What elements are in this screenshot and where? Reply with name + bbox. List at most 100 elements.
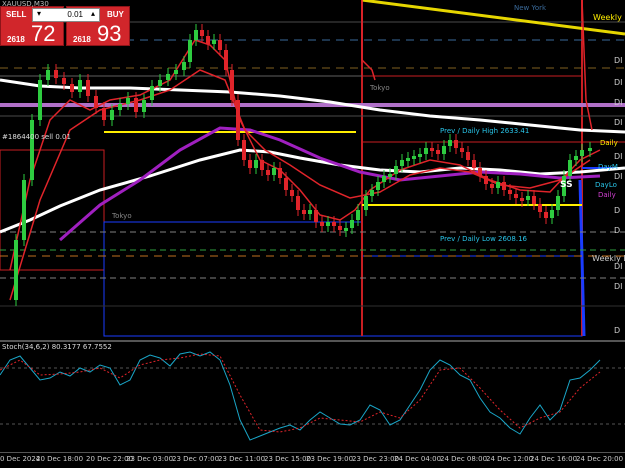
daily-pink-label: Daily: [598, 191, 616, 199]
candle-body: [150, 86, 154, 100]
order-line-label[interactable]: #1864400 sell 0.01: [2, 133, 71, 141]
candle-body: [418, 154, 422, 157]
sell-price-prefix: 2618: [7, 35, 25, 44]
buy-price-prefix: 2618: [73, 35, 91, 44]
price-chart[interactable]: [0, 0, 625, 468]
candle-body: [472, 160, 476, 168]
time-tick: 23 Dec 07:00: [172, 455, 220, 463]
buy-price-big: 93: [97, 21, 122, 46]
candle-body: [364, 196, 368, 210]
session-box-tokyo-blue: [103, 221, 363, 337]
new-york-label: New York: [514, 4, 547, 12]
stoch-signal-line: [0, 353, 601, 433]
candle-body: [520, 198, 524, 201]
candle-body: [206, 36, 210, 44]
candle-body: [588, 148, 592, 151]
candle-body: [326, 222, 330, 226]
candle-body: [62, 78, 66, 84]
candle-body: [550, 210, 554, 218]
candle-body: [478, 168, 482, 176]
buy-label: BUY: [107, 10, 124, 19]
right-label: DI: [614, 262, 623, 271]
candle-body: [102, 108, 106, 120]
candle-body: [338, 226, 342, 230]
candle-body: [454, 140, 458, 148]
right-label: DI: [614, 56, 623, 65]
candle-body: [314, 210, 318, 222]
time-tick: 23 Dec 23:00: [352, 455, 400, 463]
candle-body: [532, 196, 536, 204]
candle-body: [344, 228, 348, 231]
one-click-trading-panel: SELL 2618 72 BUY 2618 93 ▾ 0.01 ▴: [0, 6, 131, 46]
time-tick: 24 Dec 16:00: [530, 455, 578, 463]
candle-body: [526, 196, 530, 200]
candle-body: [14, 240, 18, 300]
time-tick: 23 Dec 11:00: [218, 455, 266, 463]
candle-body: [230, 70, 234, 100]
candle-body: [370, 190, 374, 196]
right-label: DI: [614, 172, 623, 181]
stoch-main-line: [0, 351, 601, 441]
right-label: DI: [614, 118, 623, 127]
lot-size-field[interactable]: ▾ 0.01 ▴: [32, 8, 100, 22]
candle-body: [248, 160, 252, 168]
candle-body: [430, 148, 434, 151]
candle-body: [254, 160, 258, 168]
candle-body: [182, 62, 186, 70]
candle-body: [110, 110, 114, 120]
candle-body: [574, 156, 578, 160]
time-tick: 0 Dec 2024: [0, 455, 41, 463]
candle-body: [490, 184, 494, 188]
time-tick: 24 Dec 08:00: [440, 455, 488, 463]
prev-daily-low-label: Prev / Daily Low 2608.16: [440, 235, 527, 243]
time-tick: 23 Dec 15:00: [264, 455, 312, 463]
candle-body: [260, 160, 264, 170]
candle-body: [284, 178, 288, 190]
symbol-title: XAUUSD,M30: [2, 0, 49, 8]
candle-body: [538, 204, 542, 212]
candle-body: [236, 100, 240, 140]
candle-body: [302, 210, 306, 214]
right-label: D: [614, 326, 621, 335]
time-tick: 23 Dec 03:00: [126, 455, 174, 463]
lot-decrease-button[interactable]: ▾: [34, 9, 44, 18]
tokyo-label-top: Tokyo: [370, 84, 390, 92]
candle-body: [38, 80, 42, 120]
candle-body: [242, 140, 246, 160]
time-tick: 23 Dec 19:00: [306, 455, 354, 463]
candle-body: [382, 176, 386, 182]
candle-body: [496, 182, 500, 188]
session-box-blue-right: [361, 255, 583, 337]
level-lines: [0, 21, 625, 307]
lot-increase-button[interactable]: ▴: [88, 9, 98, 18]
candle-body: [412, 156, 416, 159]
candle-body: [424, 148, 428, 154]
time-tick: 20 Dec 18:00: [36, 455, 84, 463]
weekly-high-label: Weekly Hi: [593, 13, 625, 22]
candle-body: [514, 194, 518, 198]
candle-body: [442, 146, 446, 154]
candle-body: [126, 98, 130, 104]
lot-size-value[interactable]: 0.01: [47, 10, 83, 19]
candle-body: [188, 40, 192, 62]
candle-body: [394, 166, 398, 174]
daymid-label: DayM: [598, 163, 618, 171]
candle-body: [200, 30, 204, 36]
candle-body: [224, 50, 228, 70]
prev-daily-high-label: Prev / Daily High 2633.41: [440, 127, 530, 135]
candle-body: [46, 70, 50, 80]
candle-body: [278, 168, 282, 178]
candle-body: [296, 196, 300, 210]
candle-body: [134, 98, 138, 112]
candle-body: [290, 190, 294, 196]
candle-body: [502, 182, 506, 190]
candle-body: [460, 148, 464, 152]
candle-body: [376, 182, 380, 190]
time-tick: 24 Dec 12:00: [486, 455, 534, 463]
candle-body: [158, 80, 162, 86]
candle-body: [22, 180, 26, 240]
candle-body: [266, 170, 270, 175]
candle-body: [388, 174, 392, 177]
candle-body: [70, 84, 74, 92]
candle-body: [194, 30, 198, 40]
